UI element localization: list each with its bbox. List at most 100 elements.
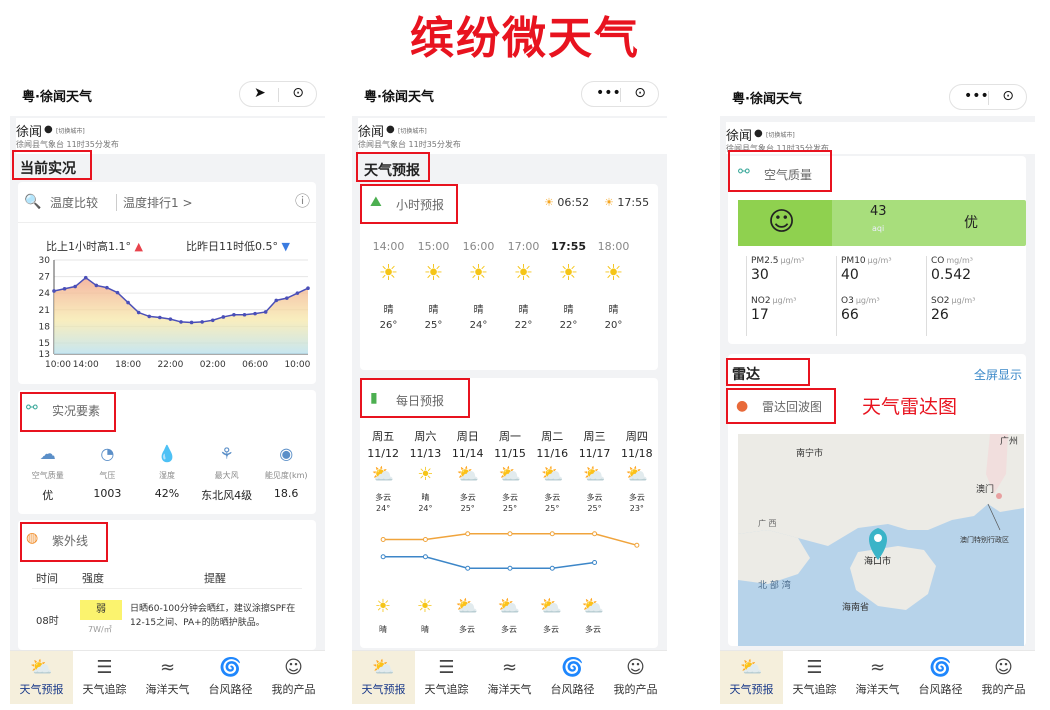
sun-icon: ☀ [417,464,434,485]
day-item[interactable]: 周四 11/18 ⛅ 多云 23° [616,428,658,536]
city-name[interactable]: 徐闻 [358,121,384,140]
pollutant-value: 26 [931,307,949,323]
target-icon[interactable]: ⊙ [292,85,304,101]
area-fill [54,277,308,354]
high-point [380,537,386,542]
day-item[interactable]: 周日 11/14 ⛅ 多云 25° [447,428,489,536]
tab-weather-forecast[interactable]: ⛅ 天气预报 [10,651,73,704]
switch-city-link[interactable]: [切换城市] [766,130,795,139]
capsule-menu[interactable]: ••• ⊙ [581,81,659,107]
tab-typhoon-path[interactable]: 🌀 台风路径 [541,651,604,704]
ocean-icon: ≈ [869,657,886,678]
tab-ocean-weather[interactable]: ≈ 海洋天气 [136,651,199,704]
map-label-guangxi: 广 西 [758,518,777,528]
partly-cloudy-icon: ⛅ [625,464,649,485]
tab-my-products[interactable]: ☺ 我的产品 [972,651,1035,704]
daily-list[interactable]: 周五 11/12 ⛅ 多云 24° 周六 11/13 ☀ 晴 24° 周日 11/14 ⛅ 多云 25° 周一… [362,428,658,536]
top-bar: 粤·徐闻天气 ••• ⊙ [720,72,1035,116]
radar-map[interactable]: 南宁市 广州 澳门 澳门特别行政区 广 西 北 部 湾 海口市 海南省 [738,434,1024,646]
day-date: 11/17 [578,447,611,460]
capsule-menu[interactable]: ••• ⊙ [949,84,1027,110]
hour-time: 15:00 [417,240,450,253]
data-point [115,290,120,295]
vs-yesterday-text: 比昨日11时低0.5° ▼ [186,240,290,253]
more-icon[interactable]: ••• [596,85,621,101]
partly-cloudy-icon: ⛅ [541,464,564,485]
elements-row: ☁ 空气质量优 ◔ 气压 1003 💧 湿度 42% ⚘ 最大风 东北风4级 ◉ 能见度(km) 18.6 [18,444,316,510]
data-point [306,286,310,290]
pressure-icon: ◔ [100,444,115,463]
top-bar: 粤·徐闻天气 ••• ⊙ [352,72,667,116]
pollutant-item: NO2 μg/m³ 17 [746,296,836,336]
more-icon[interactable]: ••• [964,88,989,104]
day-item[interactable]: 周一 11/15 ⛅ 多云 25° [489,428,531,536]
tab-ocean-weather[interactable]: ≈ 海洋天气 [846,651,909,704]
pollutant-name: O3 [841,296,854,306]
temp-compare-tab[interactable]: 温度比较 [50,194,98,211]
sunrise-icon: ☀ [544,196,554,209]
city-row: 徐闻 ● [切换城市] 徐闻县气象台 11时35分发布 [358,118,667,154]
hourly-list[interactable]: 14:00 ☀ 晴 26° 15:00 ☀ 晴 25° 16:00 ☀ 晴 24° 17:00 ☀ 晴 22°… [366,240,656,360]
tab-weather-tracking[interactable]: ☰ 天气追踪 [783,651,846,704]
tab-my-products[interactable]: ☺ 我的产品 [604,651,667,704]
hour-item[interactable]: 15:00 ☀ 晴 25° [411,240,456,360]
location-arrow-icon[interactable]: ➤ [254,85,266,101]
city-name[interactable]: 徐闻 [726,125,752,144]
data-point [52,289,56,293]
ocean-icon: ≈ [159,657,176,678]
night-item: ☀ 晴 [404,596,446,646]
pollutant-name: SO2 [931,296,950,306]
night-condition: 多云 [501,625,517,634]
low-point [549,565,555,571]
day-date: 11/12 [367,447,399,460]
user-icon: ☺ [284,657,303,678]
aqi-level: 优 [964,215,978,231]
hour-item[interactable]: 16:00 ☀ 晴 24° [456,240,501,360]
element-value: 42% [154,487,180,500]
city-row: 徐闻 ● [切换城市] 徐闻县气象台 11时35分发布 [16,118,325,154]
day-item[interactable]: 周三 11/17 ⛅ 多云 25° [573,428,615,536]
tab-my-products[interactable]: ☺ 我的产品 [262,651,325,704]
tab-weather-tracking[interactable]: ☰ 天气追踪 [415,651,478,704]
target-icon[interactable]: ⊙ [634,85,646,101]
highlight-box [20,392,116,432]
tab-typhoon-path[interactable]: 🌀 台风路径 [199,651,262,704]
tab-weather-forecast[interactable]: ⛅ 天气预报 [720,651,783,704]
aqi-value: 43 [870,204,887,219]
day-condition: 多云 [628,493,645,502]
hour-item[interactable]: 17:55 ☀ 晴 22° [546,240,591,360]
hour-temp: 26° [379,320,398,331]
tab-ocean-weather[interactable]: ≈ 海洋天气 [478,651,541,704]
vs-hour-text: 比上1小时高1.1° ▲ [46,240,143,253]
hour-item[interactable]: 18:00 ☀ 晴 20° [591,240,636,360]
info-icon[interactable]: ⓘ [295,190,310,211]
temp-rank-link[interactable]: 温度排行1 > [116,194,193,211]
y-tick-label: 15 [39,339,50,349]
data-point [210,318,215,323]
data-point [83,275,88,280]
day-item[interactable]: 周二 11/16 ⛅ 多云 25° [531,428,573,536]
target-icon[interactable]: ⊙ [1002,88,1014,104]
fullscreen-link[interactable]: 全屏显示 [974,366,1022,383]
hour-item[interactable]: 14:00 ☀ 晴 26° [366,240,411,360]
highlight-box [726,358,810,386]
tab-typhoon-path[interactable]: 🌀 台风路径 [909,651,972,704]
tab-weather-forecast[interactable]: ⛅ 天气预报 [352,651,415,704]
day-item[interactable]: 周六 11/13 ☀ 晴 24° [404,428,446,536]
hour-item[interactable]: 17:00 ☀ 晴 22° [501,240,546,360]
night-condition: 晴 [421,625,429,634]
day-item[interactable]: 周五 11/12 ⛅ 多云 24° [362,428,404,536]
capsule-menu[interactable]: ➤ ⊙ [239,81,317,107]
tab-weather-tracking[interactable]: ☰ 天气追踪 [73,651,136,704]
city-name[interactable]: 徐闻 [16,121,42,140]
data-point [136,310,141,315]
typhoon-icon: 🌀 [561,657,584,678]
switch-city-link[interactable]: [切换城市] [56,126,85,135]
partly-cloudy-icon: ⛅ [539,596,563,617]
pollutant-unit: μg/m³ [780,256,805,265]
element-item: 💧 湿度 42% [137,444,197,510]
day-week: 周六 [414,430,437,443]
day-date: 11/13 [409,447,442,460]
aqi-icon: ☁ [39,444,56,463]
switch-city-link[interactable]: [切换城市] [398,126,427,135]
